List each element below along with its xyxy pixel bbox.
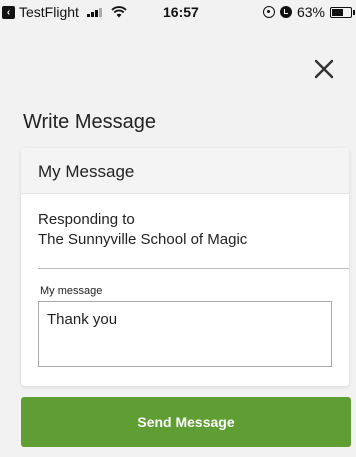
divider <box>38 268 349 269</box>
back-app-name[interactable]: TestFlight <box>19 4 79 20</box>
status-bar: ‹ TestFlight 16:57 63% <box>0 0 356 24</box>
message-card: My Message Responding to The Sunnyville … <box>21 148 349 386</box>
responding-label: Responding to <box>38 211 135 228</box>
location-lock-icon <box>262 6 275 18</box>
message-field-label: My message <box>40 285 103 297</box>
recipient-name: The Sunnyville School of Magic <box>38 231 248 248</box>
responding-to: Responding to The Sunnyville School of M… <box>38 210 247 250</box>
back-to-app-icon[interactable]: ‹ <box>2 5 15 19</box>
wifi-icon <box>111 6 127 18</box>
status-right: 63% <box>262 4 355 20</box>
battery-percent: 63% <box>296 4 325 20</box>
cellular-signal-icon <box>86 7 102 17</box>
status-left: ‹ TestFlight <box>2 4 127 20</box>
alarm-icon <box>279 6 292 18</box>
battery-level <box>332 8 344 16</box>
message-input[interactable]: Thank you <box>38 301 332 367</box>
close-icon[interactable] <box>311 56 337 82</box>
card-header: My Message <box>21 148 349 194</box>
battery-icon <box>330 6 355 18</box>
send-message-button[interactable]: Send Message <box>21 397 351 447</box>
page-title: Write Message <box>23 111 157 133</box>
status-time: 16:57 <box>163 4 199 20</box>
